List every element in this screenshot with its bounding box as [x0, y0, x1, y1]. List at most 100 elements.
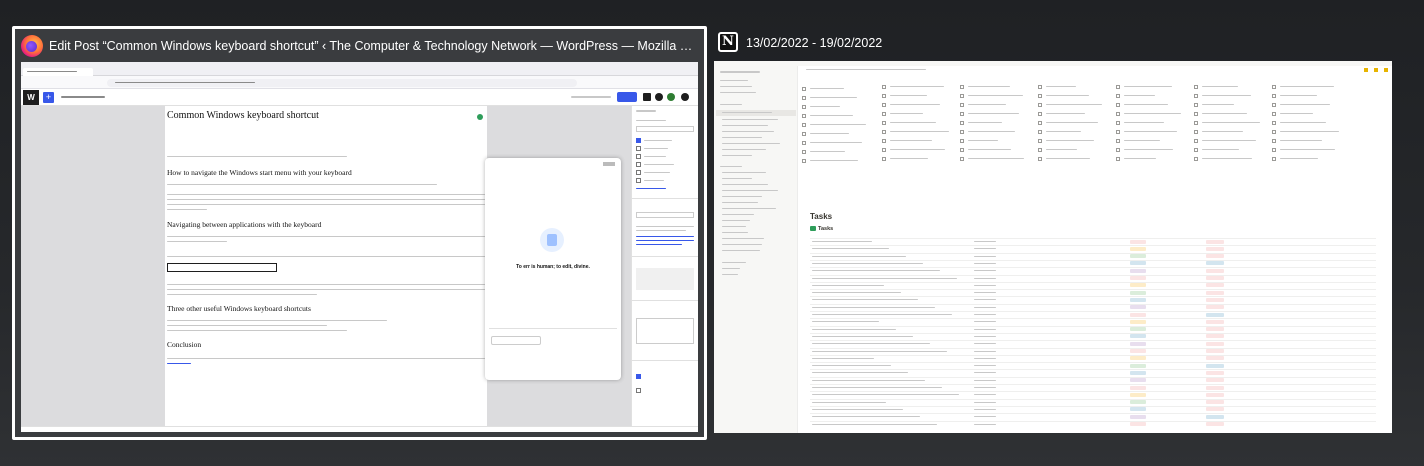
wordpress-logo-icon: W: [23, 90, 39, 105]
publish-button: [617, 92, 637, 102]
window-thumbnail-notion[interactable]: N 13/02/2022 - 19/02/2022 Tasks Tasks: [712, 26, 1394, 434]
todo-text-placeholder: [1124, 149, 1173, 150]
status-tag: [1206, 297, 1224, 302]
type-tag: [1130, 356, 1146, 361]
todo-text-placeholder: [1280, 113, 1313, 114]
table-row: [810, 398, 1376, 400]
todo-checkbox: [1038, 85, 1042, 89]
type-tag: [1130, 378, 1146, 383]
todo-checkbox: [960, 130, 964, 134]
browser-url-bar: [21, 76, 698, 89]
type-tag: [1130, 370, 1146, 375]
table-row: [810, 347, 1376, 349]
task-name-placeholder: [812, 262, 923, 264]
todo-checkbox: [802, 141, 806, 145]
date-placeholder: [974, 401, 996, 403]
task-name-placeholder: [812, 379, 925, 381]
date-placeholder: [974, 357, 996, 359]
todo-text-placeholder: [1046, 140, 1094, 141]
todo-text-placeholder: [890, 122, 936, 123]
todo-text-placeholder: [1124, 113, 1181, 114]
type-tag: [1130, 349, 1146, 353]
todo-checkbox: [802, 159, 806, 163]
todo-checkbox: [1194, 94, 1198, 98]
todo-text-placeholder: [810, 133, 849, 134]
window-preview[interactable]: W + Common Windows keyboard shortcut How…: [21, 62, 698, 432]
todo-checkbox: [960, 121, 964, 125]
todo-text-placeholder: [1202, 95, 1251, 96]
todo-checkbox: [1272, 103, 1276, 107]
status-tag: [1206, 312, 1224, 317]
todo-text-placeholder: [1280, 122, 1326, 123]
todo-text-placeholder: [1280, 140, 1322, 141]
table-row: [810, 259, 1376, 261]
window-preview[interactable]: Tasks Tasks: [714, 61, 1392, 433]
todo-checkbox: [1194, 157, 1198, 161]
block-toolbar: [167, 263, 277, 272]
todo-text-placeholder: [1202, 158, 1252, 159]
add-block-icon: +: [43, 92, 54, 103]
welcome-modal: To err is human; to edit, divine.: [485, 158, 621, 380]
todo-text-placeholder: [1280, 95, 1317, 96]
todo-checkbox: [1038, 121, 1042, 125]
type-tag: [1130, 276, 1146, 280]
date-placeholder: [974, 408, 996, 410]
table-row: [810, 362, 1376, 364]
status-tag: [1206, 385, 1224, 390]
status-tag: [1206, 305, 1224, 310]
task-name-placeholder: [812, 401, 886, 403]
status-tag: [1206, 370, 1224, 375]
date-placeholder: [974, 306, 996, 308]
todo-checkbox: [1194, 121, 1198, 125]
table-row: [810, 267, 1376, 269]
type-tag: [1130, 334, 1146, 339]
task-name-placeholder: [812, 241, 872, 242]
date-placeholder: [974, 343, 996, 345]
todo-text-placeholder: [890, 149, 945, 150]
type-tag: [1130, 283, 1146, 288]
todo-checkbox: [1116, 139, 1120, 143]
window-title: Edit Post “Common Windows keyboard short…: [49, 39, 698, 53]
todo-checkbox: [1272, 139, 1276, 143]
date-placeholder: [974, 350, 996, 352]
task-name-placeholder: [812, 248, 889, 250]
status-tag: [1206, 363, 1224, 368]
todo-text-placeholder: [1124, 104, 1168, 105]
table-row: [810, 325, 1376, 327]
task-name-placeholder: [812, 314, 952, 315]
todo-text-placeholder: [1046, 158, 1090, 159]
todo-text-placeholder: [1280, 158, 1318, 159]
todo-checkbox: [882, 148, 886, 152]
todo-checkbox: [1194, 139, 1198, 143]
task-name-placeholder: [812, 416, 920, 418]
type-tag: [1130, 363, 1146, 368]
todo-checkbox: [1038, 148, 1042, 152]
type-tag: [1130, 341, 1146, 346]
task-name-placeholder: [812, 357, 874, 359]
type-tag: [1130, 422, 1146, 426]
todo-checkbox: [802, 150, 806, 154]
status-tag: [1206, 334, 1224, 339]
type-tag: [1130, 290, 1146, 295]
todo-text-placeholder: [968, 86, 1010, 87]
task-name-placeholder: [812, 350, 947, 352]
task-name-placeholder: [812, 270, 940, 272]
notion-sidebar: [714, 66, 798, 433]
window-thumbnail-firefox[interactable]: Edit Post “Common Windows keyboard short…: [12, 26, 707, 440]
table-row: [810, 252, 1376, 254]
todo-checkbox: [1116, 103, 1120, 107]
table-row: [810, 405, 1376, 407]
date-placeholder: [974, 365, 996, 367]
todo-checkbox: [960, 148, 964, 152]
todo-text-placeholder: [810, 160, 858, 161]
todo-text-placeholder: [1202, 149, 1239, 150]
date-placeholder: [974, 292, 996, 294]
post-title: Common Windows keyboard shortcut: [167, 110, 319, 121]
todo-checkbox: [802, 114, 806, 118]
todo-text-placeholder: [1124, 95, 1155, 96]
todo-checkbox: [882, 121, 886, 125]
table-icon: [810, 226, 816, 231]
table-row: [810, 340, 1376, 342]
todo-text-placeholder: [968, 131, 1015, 132]
date-placeholder: [974, 277, 996, 279]
